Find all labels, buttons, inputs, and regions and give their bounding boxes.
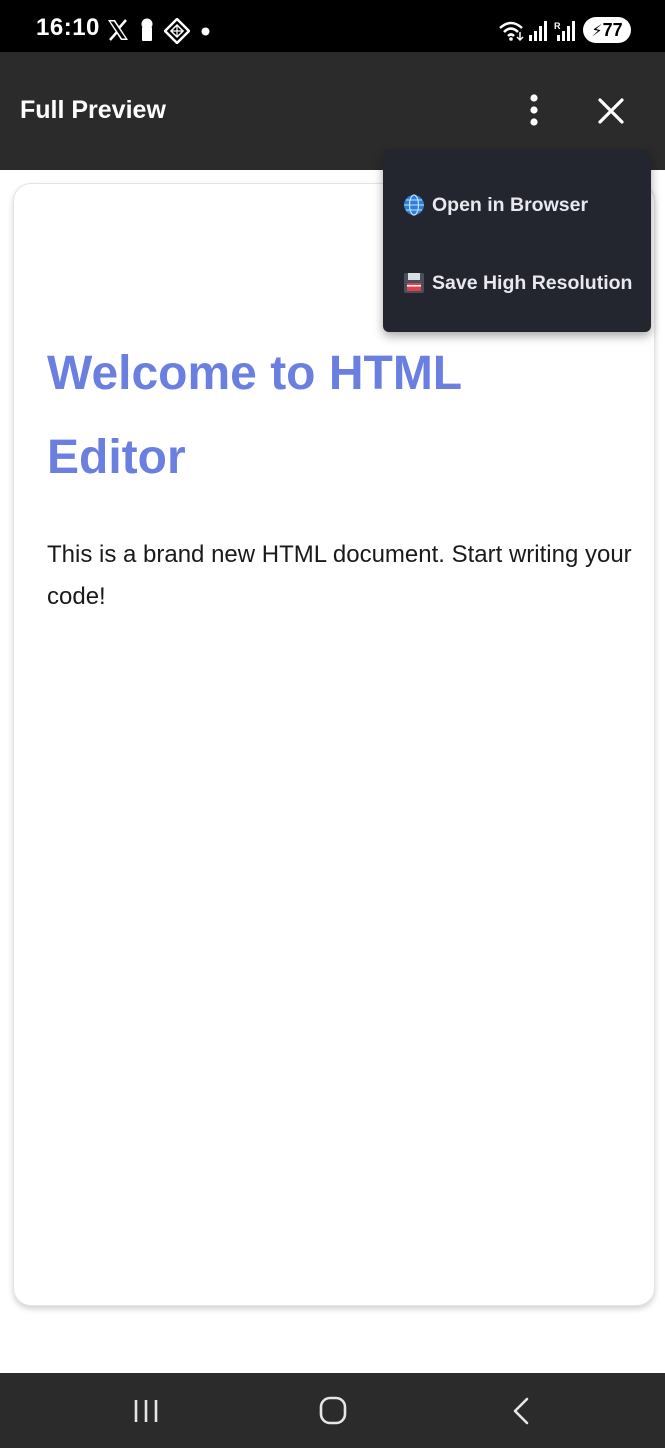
back-icon xyxy=(513,1397,529,1425)
floppy-disk-icon xyxy=(404,273,424,293)
more-options-button[interactable] xyxy=(514,88,554,134)
menu-item-label: Open in Browser xyxy=(432,194,589,216)
keyhole-icon xyxy=(141,18,153,41)
x-icon xyxy=(108,19,128,41)
page-title: Full Preview xyxy=(20,96,166,124)
close-button[interactable] xyxy=(590,90,632,132)
options-menu: Open in Browser Save High Resolution xyxy=(383,150,651,332)
more-vertical-icon xyxy=(530,94,538,126)
signal-icon xyxy=(529,21,547,41)
preview-card: Welcome to HTML Editor This is a brand n… xyxy=(13,183,655,1306)
battery-level: 77 xyxy=(602,20,623,40)
close-icon xyxy=(598,98,624,124)
home-button[interactable] xyxy=(313,1395,353,1427)
navigation-bar xyxy=(0,1373,665,1448)
preview-paragraph: This is a brand new HTML document. Start… xyxy=(47,541,632,610)
battery-indicator: ⚡77 xyxy=(583,17,631,43)
menu-item-open-in-browser[interactable]: Open in Browser xyxy=(383,175,651,235)
status-bar: 16:10 R ⚡77 xyxy=(0,0,665,52)
bolt-icon: ⚡ xyxy=(591,23,603,40)
home-icon xyxy=(319,1396,347,1425)
menu-item-save-high-resolution[interactable]: Save High Resolution xyxy=(383,253,651,313)
svg-text:R: R xyxy=(554,21,561,31)
signal-r-icon: R xyxy=(554,21,575,41)
recent-apps-button[interactable] xyxy=(126,1395,166,1427)
preview-heading: Welcome to HTML Editor xyxy=(47,347,462,484)
globe-icon xyxy=(404,194,424,216)
dot-icon xyxy=(201,27,210,36)
wifi-icon xyxy=(499,21,524,42)
menu-item-label: Save High Resolution xyxy=(432,272,633,294)
diamond-icon xyxy=(164,18,190,44)
back-button[interactable] xyxy=(500,1395,540,1427)
recent-apps-icon xyxy=(134,1400,158,1422)
status-time: 16:10 xyxy=(36,14,100,41)
